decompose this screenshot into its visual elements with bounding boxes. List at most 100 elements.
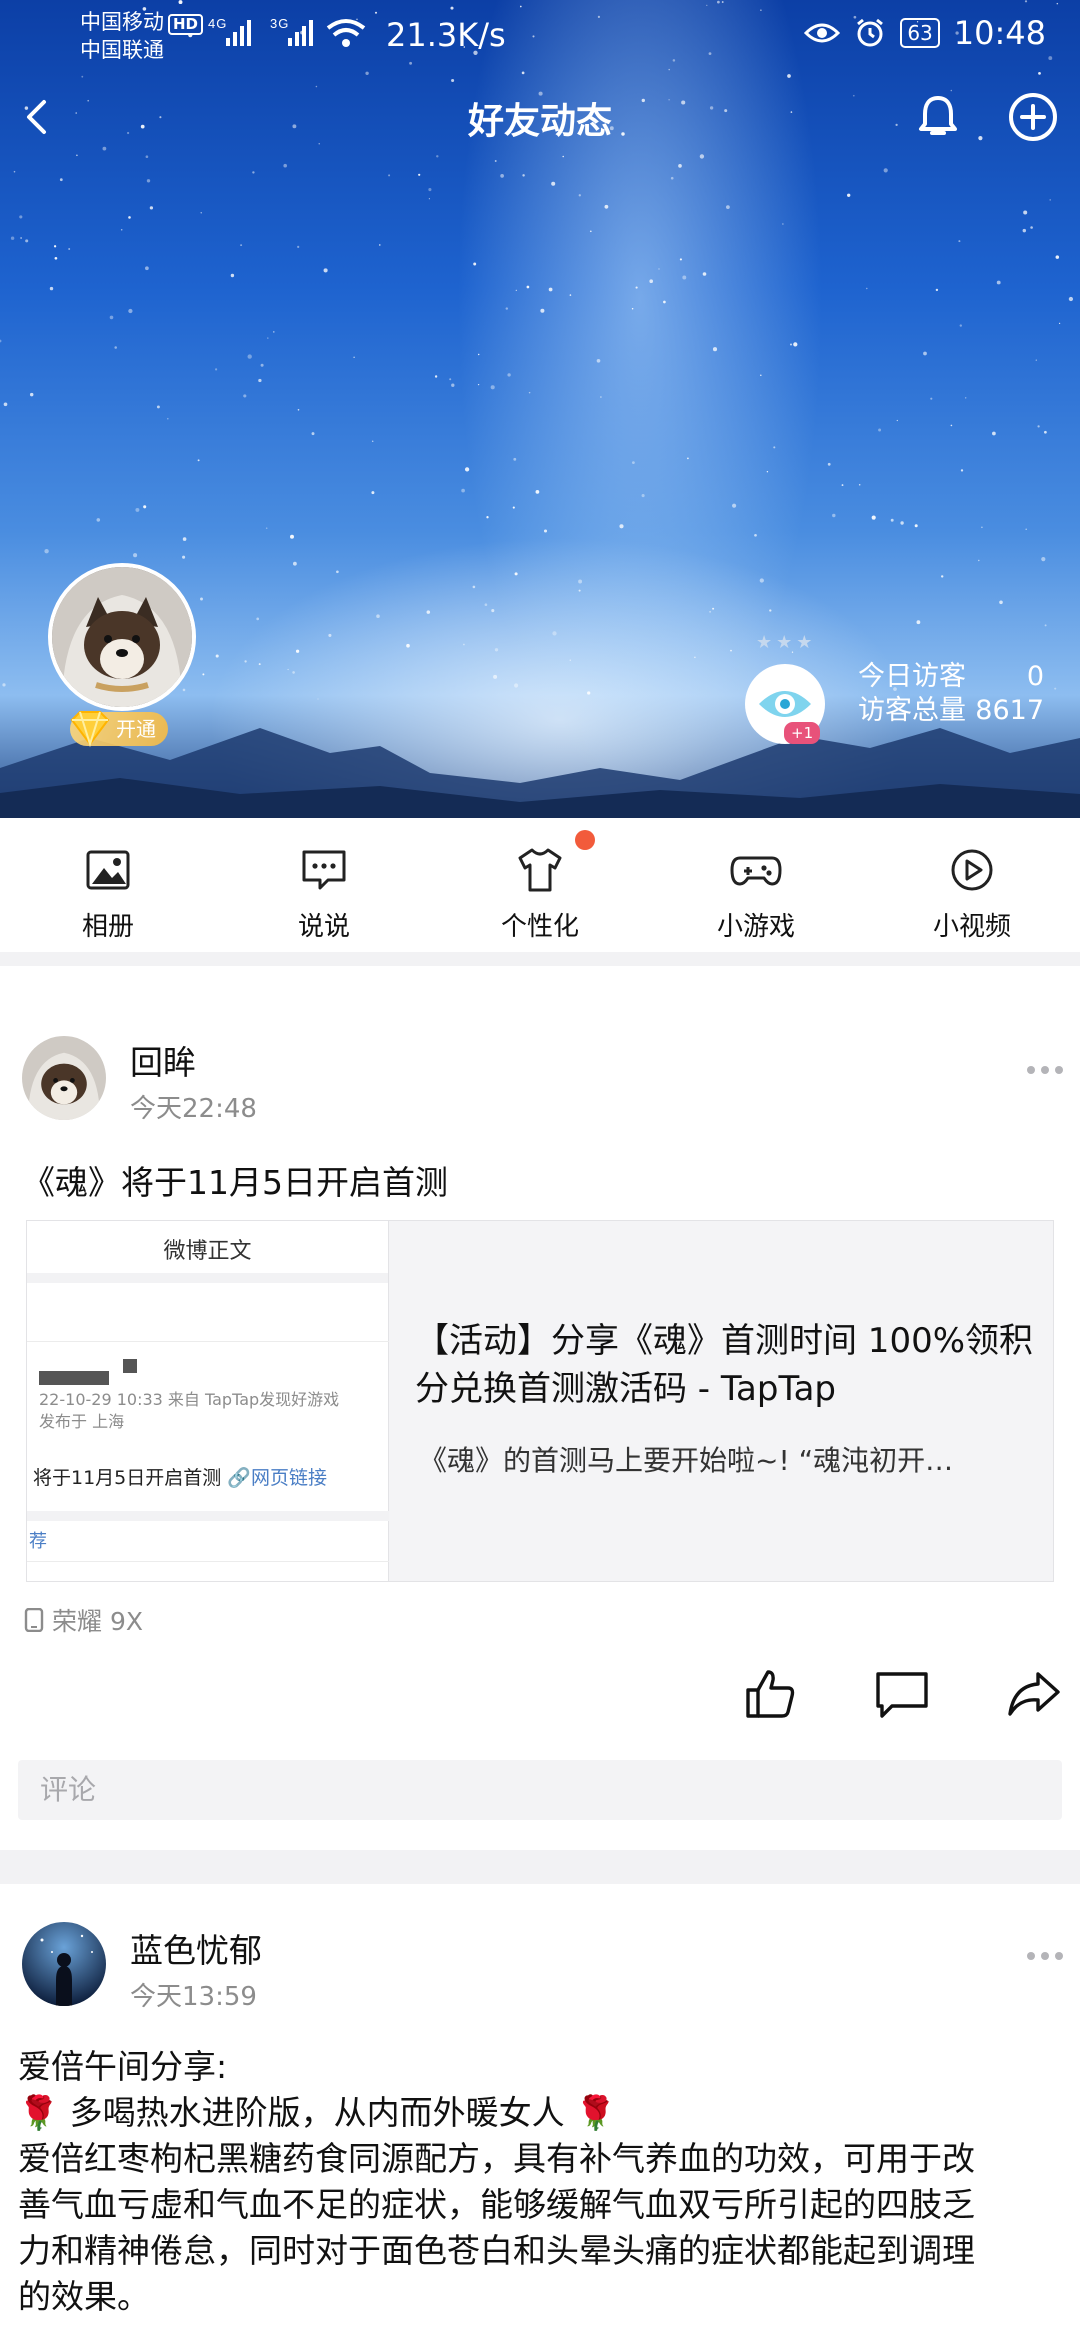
- sparkle-icon: ★★★: [756, 632, 817, 653]
- star-dot: [635, 286, 638, 289]
- menu-album-label: 相册: [81, 912, 134, 942]
- user-avatar[interactable]: [48, 563, 196, 711]
- post-author-name[interactable]: 蓝色忧郁: [130, 1924, 262, 1972]
- bell-icon[interactable]: [912, 90, 964, 142]
- star-dot: [59, 178, 63, 182]
- star-dot: [916, 620, 921, 625]
- thumb-header: 微博正文: [27, 1221, 388, 1283]
- link-thumbnail: 微博正文 22-10-29 10:33 来自 TapTap发现好游戏 发布于 上…: [27, 1221, 389, 1581]
- star-dot: [114, 346, 117, 349]
- star-dot: [463, 643, 465, 646]
- star-dot: [371, 491, 375, 495]
- star-dot: [120, 228, 123, 231]
- star-dot: [978, 559, 980, 562]
- menu-personalize[interactable]: 个性化: [432, 818, 648, 952]
- thumb-content-text: 将于11月5日开启首测: [33, 1467, 222, 1489]
- share-icon[interactable]: [1006, 1666, 1062, 1722]
- status-right: 63 10:48: [804, 14, 1046, 52]
- star-dot: [10, 236, 15, 240]
- star-dot: [507, 373, 511, 377]
- star-dot: [505, 307, 509, 310]
- star-dot: [712, 607, 715, 610]
- link-card-description: 《魂》的首测马上要开始啦~! “魂沌初开…: [419, 1444, 954, 1477]
- comment-input[interactable]: 评论: [18, 1760, 1062, 1820]
- star-dot: [682, 275, 687, 280]
- star-dot: [923, 351, 927, 356]
- star-dot: [1030, 226, 1033, 229]
- device-name: 荣耀 9X: [52, 1607, 143, 1636]
- link-card-title: 【活动】分享《魂》首测时间 100%领积分兑换首测激活码 - TapTap: [415, 1321, 1034, 1409]
- star-dot: [379, 244, 381, 246]
- star-dot: [940, 575, 944, 578]
- star-dot: [569, 659, 572, 661]
- shared-link-card[interactable]: 微博正文 22-10-29 10:33 来自 TapTap发现好游戏 发布于 上…: [26, 1220, 1054, 1582]
- cover-banner[interactable]: 中国移动HD 中国联通 4G 3G 21.3K/s 63 10:48 好友动态: [0, 0, 1080, 818]
- star-dot: [49, 286, 54, 291]
- star-dot: [1025, 528, 1027, 531]
- post-author-name[interactable]: 回眸: [130, 1036, 196, 1084]
- comment-icon[interactable]: [874, 1666, 930, 1722]
- signal-strength-icon: 4G 3G: [208, 16, 366, 47]
- star-dot: [243, 394, 247, 398]
- star-dot: [428, 188, 432, 192]
- post-author-avatar[interactable]: [22, 1036, 106, 1120]
- star-dot: [578, 194, 581, 197]
- carrier-1: 中国移动: [80, 10, 164, 34]
- star-dot: [589, 230, 592, 233]
- star-dot: [841, 484, 844, 487]
- visitor-stats[interactable]: 今日访客 0 访客总量 8617: [858, 660, 1044, 728]
- vip-open-badge[interactable]: 开通: [70, 711, 168, 748]
- star-dot: [449, 378, 452, 381]
- star-dot: [167, 417, 169, 420]
- star-dot: [297, 408, 300, 411]
- menu-minivideo[interactable]: 小视频: [864, 818, 1080, 952]
- star-dot: [311, 432, 315, 436]
- star-dot: [145, 155, 149, 159]
- star-dot: [999, 600, 1003, 605]
- star-dot: [336, 570, 339, 574]
- star-dot: [1054, 687, 1057, 690]
- star-dot: [702, 272, 707, 276]
- thumbs-up-icon[interactable]: [742, 1666, 798, 1722]
- menu-album[interactable]: 相册: [0, 818, 216, 952]
- svg-text:3G: 3G: [270, 16, 289, 31]
- thumb-meta-line1: 22-10-29 10:33 来自 TapTap发现好游戏: [39, 1390, 340, 1409]
- star-dot: [1055, 255, 1060, 259]
- star-dot: [2, 683, 6, 687]
- post-timestamp: 今天13:59: [130, 1982, 257, 2012]
- thumb-divider: [27, 1511, 389, 1521]
- star-dot: [29, 392, 34, 397]
- star-dot: [526, 285, 530, 289]
- post-author-avatar[interactable]: [22, 1922, 106, 2006]
- post-line-6: 的效果。: [18, 2277, 150, 2316]
- signal-icons: 4G 3G: [208, 14, 376, 59]
- more-options-icon[interactable]: [1024, 1060, 1066, 1080]
- star-dot: [295, 649, 300, 653]
- more-options-icon[interactable]: [1024, 1946, 1066, 1966]
- star-dot: [240, 244, 243, 247]
- star-dot: [267, 337, 269, 339]
- shiba-avatar-image: [22, 1036, 106, 1120]
- star-dot: [428, 198, 430, 200]
- thumb-redacted-block: [39, 1371, 109, 1385]
- star-dot: [493, 674, 498, 679]
- diamond-icon: [70, 711, 110, 748]
- eye-comfort-icon: [804, 23, 841, 43]
- star-dot: [515, 289, 517, 291]
- star-dot: [44, 549, 49, 554]
- star-dot: [376, 614, 380, 618]
- menu-minigame[interactable]: 小游戏: [648, 818, 864, 952]
- star-dot: [632, 461, 635, 464]
- star-dot: [858, 483, 861, 486]
- star-dot: [1022, 228, 1027, 233]
- star-dot: [491, 609, 495, 613]
- star-dot: [20, 237, 22, 239]
- star-dot: [128, 216, 131, 219]
- post-line-5: 力和精神倦怠，同时对于面色苍白和头晕头痛的症状都能起到调理: [18, 2231, 975, 2270]
- star-dot: [604, 204, 609, 209]
- svg-text:4G: 4G: [208, 16, 227, 31]
- plus-circle-icon[interactable]: [1006, 90, 1060, 144]
- star-dot: [678, 164, 682, 168]
- menu-shuoshuo[interactable]: 说说: [216, 818, 432, 952]
- star-dot: [793, 342, 798, 347]
